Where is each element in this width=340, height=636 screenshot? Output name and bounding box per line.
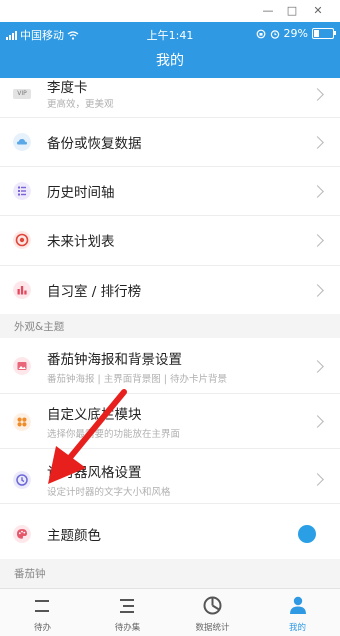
battery-percent: 29% — [283, 27, 308, 40]
alarm-icon — [270, 29, 279, 39]
palette-icon — [13, 525, 31, 543]
list-item-history-timeline[interactable]: 历史时间轴 — [0, 167, 340, 215]
annotation-arrow — [48, 389, 127, 484]
list-item-title: 备份或恢复数据 — [47, 136, 142, 152]
tab-todo[interactable]: 待办 — [0, 589, 85, 636]
list-item-title: 未来计划表 — [47, 234, 115, 250]
chevron-right-icon — [311, 234, 324, 247]
list-item-title: 主题颜色 — [47, 528, 101, 544]
bar-chart-icon — [13, 281, 31, 299]
list-item-study-room[interactable]: 自习室 / 排行榜 — [0, 266, 340, 314]
cloud-icon — [13, 133, 31, 151]
battery-icon — [312, 28, 336, 39]
timeline-icon — [13, 182, 31, 200]
theme-color-swatch[interactable] — [298, 525, 316, 543]
chevron-right-icon — [311, 88, 324, 101]
bottom-tab-bar: 待办 待办集 数据统计 我的 — [0, 588, 340, 636]
settings-list: VIP 李度卡 更高效，更美观 备份或恢复数据 历史时间轴 未来计划表 自习室 … — [0, 78, 340, 588]
image-icon — [13, 357, 31, 375]
tab-label: 待办集 — [114, 623, 141, 633]
chevron-right-icon — [311, 136, 324, 149]
vip-icon: VIP — [13, 89, 31, 99]
chevron-right-icon — [311, 473, 324, 486]
list-item-vip-card[interactable]: VIP 李度卡 更高效，更美观 — [0, 78, 340, 115]
tab-label: 数据统计 — [195, 623, 230, 633]
status-right: 29% — [256, 27, 336, 40]
section-header-appearance: 外观&主题 — [0, 314, 340, 338]
modules-icon — [13, 413, 31, 431]
tab-label: 我的 — [288, 623, 306, 633]
list-item-subtitle: 番茄钟海报 | 主界面背景图 | 待办卡片背景 — [47, 374, 227, 385]
todo-icon — [35, 600, 49, 612]
list-item-backup[interactable]: 备份或恢复数据 — [0, 118, 340, 166]
window-titlebar: — □ ✕ — [0, 0, 340, 23]
tab-mine[interactable]: 我的 — [255, 589, 340, 636]
tab-statistics[interactable]: 数据统计 — [170, 589, 255, 636]
person-icon — [290, 596, 306, 614]
status-bar: 中国移动 上午1:41 29% — [0, 22, 340, 46]
list-item-poster-background[interactable]: 番茄钟海报和背景设置 番茄钟海报 | 主界面背景图 | 待办卡片背景 — [0, 338, 340, 393]
chevron-right-icon — [311, 415, 324, 428]
list-item-title: 番茄钟海报和背景设置 — [47, 352, 182, 368]
chevron-right-icon — [311, 360, 324, 373]
clock-icon — [13, 471, 31, 489]
pie-chart-icon — [203, 596, 222, 615]
section-header-pomodoro: 番茄钟 — [0, 559, 340, 588]
minimize-icon[interactable]: — — [260, 3, 276, 19]
target-icon — [13, 231, 31, 249]
list-item-title: 李度卡 — [47, 80, 88, 96]
page-title: 我的 — [0, 46, 340, 78]
section-title: 番茄钟 — [14, 568, 46, 580]
maximize-icon[interactable]: □ — [284, 3, 300, 19]
close-icon[interactable]: ✕ — [310, 3, 326, 19]
list-item-title: 自习室 / 排行榜 — [47, 284, 142, 300]
tab-todo-set[interactable]: 待办集 — [85, 589, 170, 636]
section-title: 外观&主题 — [14, 321, 65, 333]
list-item-subtitle: 更高效，更美观 — [47, 99, 114, 110]
tab-label: 待办 — [33, 623, 51, 633]
todo-set-icon — [120, 599, 134, 613]
list-item-theme-color[interactable]: 主题颜色 — [0, 504, 340, 559]
chevron-right-icon — [311, 185, 324, 198]
list-item-future-plan[interactable]: 未来计划表 — [0, 216, 340, 265]
chevron-right-icon — [311, 284, 324, 297]
rotation-lock-icon — [256, 29, 265, 38]
list-item-title: 历史时间轴 — [47, 185, 115, 201]
